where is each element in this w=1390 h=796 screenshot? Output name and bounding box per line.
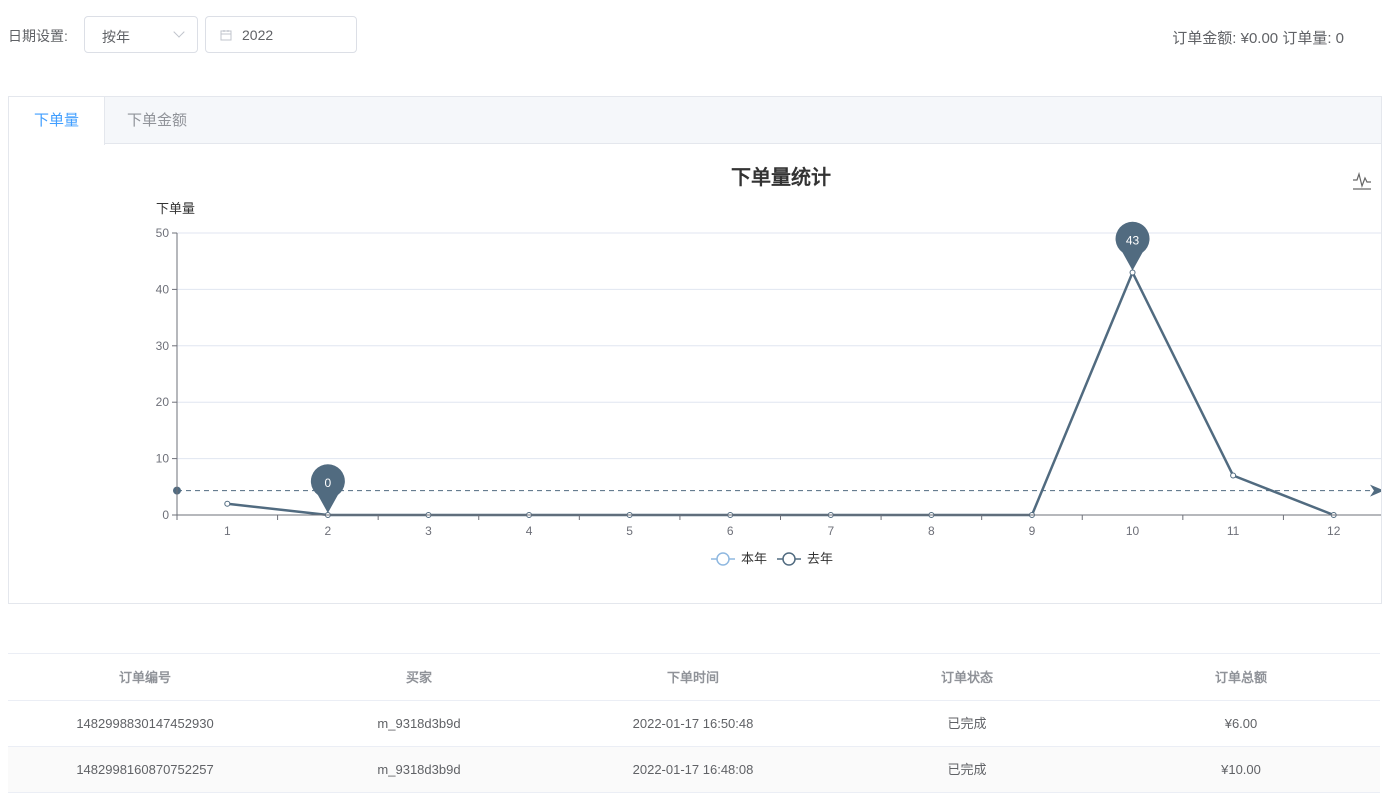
average-line-arrow [1370, 484, 1381, 497]
y-tick-label: 10 [156, 452, 170, 466]
y-tick-label: 20 [156, 395, 170, 409]
cell-buyer: m_9318d3b9d [377, 716, 461, 731]
x-tick-label: 9 [1029, 524, 1036, 538]
legend-item-本年[interactable]: 本年 [711, 551, 767, 566]
legend-label: 本年 [741, 551, 767, 566]
chart-legend: 本年 去年 [711, 551, 833, 566]
grid-lines [177, 232, 1381, 460]
cell-order-total: ¥6.00 [1224, 716, 1258, 731]
average-mark-line [173, 484, 1381, 497]
chevron-down-icon [173, 26, 185, 38]
data-point [1129, 269, 1136, 276]
filter-bar: 日期设置: 按年 2022 订单金额: ¥0.00 订单量: 0 [0, 0, 1390, 72]
y-tick-label: 50 [156, 226, 170, 240]
x-tick-label: 10 [1126, 524, 1140, 538]
table-row[interactable]: 1482998830147452930 m_9318d3b9d 2022-01-… [8, 701, 1380, 747]
mark-point-pin: 0 [310, 464, 345, 513]
header-order-time: 下单时间 [666, 670, 719, 685]
x-tick-label: 12 [1327, 524, 1341, 538]
x-tick-label: 7 [827, 524, 834, 538]
y-axis-label: 下单量 [156, 201, 195, 216]
pin-label: 0 [325, 476, 332, 490]
header-buyer: 买家 [405, 670, 432, 685]
table-row[interactable]: 1482998160870752257 m_9318d3b9d 2022-01-… [8, 747, 1380, 793]
cell-order-id: 1482998830147452930 [76, 716, 214, 731]
y-tick-label: 0 [162, 508, 169, 522]
x-tick-label: 3 [425, 524, 432, 538]
x-tick-label: 8 [928, 524, 935, 538]
x-tick-label: 2 [325, 524, 332, 538]
cell-order-status: 已完成 [947, 716, 987, 731]
cell-order-time: 2022-01-17 16:48:08 [632, 762, 754, 777]
order-count-chart: 430 010203040501 2 3 4 5 6 7 8 9 10 11 12 下单量统计 下单量… [156, 165, 1381, 566]
chart-card: 下单量 下单金额 43 0 0 10 20 30 40 50 1 2 3 4 5 6 7 8 9 10 11 12 … [8, 96, 1382, 604]
orders-table: 订单编号 买家 下单时间 订单状态 订单总额 14829988301474529… [8, 653, 1380, 793]
legend-label: 去年 [807, 551, 833, 566]
cell-order-id: 1482998160870752257 [76, 762, 214, 777]
data-points [224, 269, 1337, 518]
x-tick-label: 5 [626, 524, 633, 538]
legend-item-去年[interactable]: 去年 [777, 551, 833, 566]
header-order-total: 订单总额 [1214, 670, 1267, 685]
cell-buyer: m_9318d3b9d [377, 762, 461, 777]
y-tick-label: 30 [156, 339, 170, 353]
calendar-icon [220, 30, 232, 41]
date-setting-label: 日期设置: [8, 28, 68, 44]
order-summary: 订单金额: ¥0.00 订单量: 0 [1172, 30, 1344, 47]
x-tick-label: 4 [526, 524, 533, 538]
header-order-id: 订单编号 [118, 670, 171, 685]
year-value: 2022 [242, 27, 274, 43]
chart-title: 下单量统计 [731, 165, 831, 189]
series-line-本年 [227, 271, 1335, 517]
cell-order-total: ¥10.00 [1221, 762, 1261, 777]
pin-label: 43 [1126, 233, 1140, 247]
series-lines [227, 271, 1335, 517]
legend-marker [782, 552, 796, 566]
mark-point-pin: 43 [1115, 221, 1150, 271]
table-header: 订单编号 买家 下单时间 订单状态 订单总额 [8, 654, 1380, 701]
period-select[interactable]: 按年 [84, 16, 198, 53]
x-tick-label: 11 [1227, 524, 1240, 538]
mark-points: 43 0 [310, 221, 1150, 513]
header-order-status: 订单状态 [940, 670, 993, 685]
y-tick-label: 40 [156, 282, 170, 296]
cell-order-time: 2022-01-17 16:50:48 [632, 716, 754, 731]
data-point [1230, 472, 1237, 479]
cell-order-status: 已完成 [947, 762, 987, 777]
legend-marker [716, 552, 730, 566]
line-chart-icon[interactable] [1350, 168, 1374, 192]
data-point [224, 500, 231, 507]
x-tick-label: 6 [727, 524, 734, 538]
x-tick-label: 1 [224, 524, 231, 538]
year-picker[interactable]: 2022 [205, 16, 357, 53]
period-select-value: 按年 [102, 29, 130, 45]
